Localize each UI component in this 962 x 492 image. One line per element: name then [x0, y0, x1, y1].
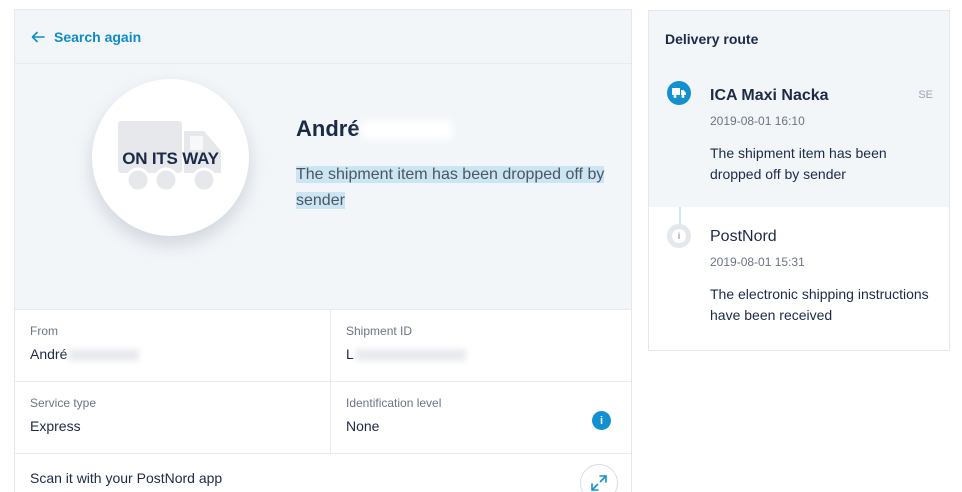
status-badge: ON ITS WAY: [92, 79, 249, 236]
shipment-id-cell: Shipment ID L: [331, 310, 631, 382]
service-type-cell: Service type Express: [15, 382, 331, 454]
delivery-route-card: Delivery route ICA Maxi Nacka SE 2019-08…: [648, 10, 950, 351]
recipient-name: André: [296, 116, 452, 142]
search-again-link[interactable]: Search again: [54, 29, 141, 45]
route-title: Delivery route: [649, 11, 949, 63]
expand-button[interactable]: [580, 464, 618, 492]
route-event[interactable]: ICA Maxi Nacka SE 2019-08-01 16:10 The s…: [649, 63, 949, 207]
status-description: The shipment item has been dropped off b…: [296, 166, 605, 209]
truck-icon: [667, 81, 691, 105]
identification-value: None: [346, 418, 380, 434]
status-label: ON ITS WAY: [122, 149, 219, 168]
back-row: Search again: [15, 10, 631, 64]
from-label: From: [30, 324, 58, 338]
shipment-id-value: L: [346, 346, 616, 362]
route-event[interactable]: i PostNord 2019-08-01 15:31 The electron…: [649, 207, 949, 350]
event-time: 2019-08-01 16:10: [710, 114, 805, 128]
details-grid: From André Shipment ID L Service type Ex…: [15, 310, 631, 454]
identification-label: Identification level: [346, 396, 442, 410]
event-description: The shipment item has been dropped off b…: [710, 145, 887, 182]
event-place: ICA Maxi Nacka: [710, 87, 829, 104]
expand-icon: [591, 475, 607, 491]
status-hero: ON ITS WAY André The shipment item has b…: [15, 64, 631, 310]
shipment-id-label: Shipment ID: [346, 324, 413, 338]
event-place: PostNord: [710, 228, 777, 245]
info-icon[interactable]: i: [592, 411, 611, 430]
event-description: The electronic shipping instructions hav…: [710, 286, 929, 323]
from-cell: From André: [15, 310, 331, 382]
event-time: 2019-08-01 15:31: [710, 255, 805, 269]
redaction: [361, 121, 452, 140]
from-value: André: [30, 346, 315, 362]
service-type-label: Service type: [30, 396, 97, 410]
identification-cell: Identification level None i: [331, 382, 631, 454]
arrow-left-icon[interactable]: [31, 30, 45, 44]
scan-label: Scan it with your PostNord app: [30, 470, 223, 486]
event-country: SE: [918, 89, 933, 101]
service-type-value: Express: [30, 418, 81, 434]
redaction: [69, 349, 140, 362]
info-icon: i: [667, 224, 691, 248]
redaction: [355, 349, 466, 362]
scan-row: Scan it with your PostNord app: [15, 454, 631, 492]
shipment-card: Search again ON ITS WAY André The shipme…: [14, 9, 632, 492]
